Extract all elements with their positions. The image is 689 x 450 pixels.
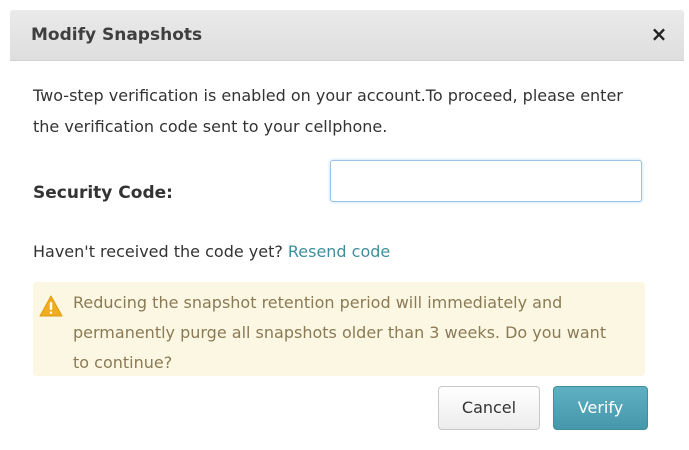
modify-snapshots-dialog: Modify Snapshots × Two-step verification… [10, 10, 684, 445]
cancel-button[interactable]: Cancel [438, 386, 540, 430]
close-icon[interactable]: × [650, 23, 668, 45]
resend-code-link[interactable]: Resend code [288, 242, 390, 261]
verify-button[interactable]: Verify [553, 386, 648, 430]
warning-triangle-icon [39, 295, 63, 317]
warning-text: Reducing the snapshot retention period w… [73, 293, 607, 372]
security-code-input[interactable] [330, 160, 642, 202]
resend-row: Haven't received the code yet? Resend cod… [33, 241, 390, 263]
resend-prompt: Haven't received the code yet? [33, 242, 283, 261]
warning-alert: Reducing the snapshot retention period w… [33, 282, 645, 376]
dialog-title: Modify Snapshots [31, 25, 203, 45]
dialog-header: Modify Snapshots × [10, 10, 684, 61]
security-code-label: Security Code: [33, 183, 173, 203]
verification-intro-text: Two-step verification is enabled on your… [33, 86, 623, 136]
